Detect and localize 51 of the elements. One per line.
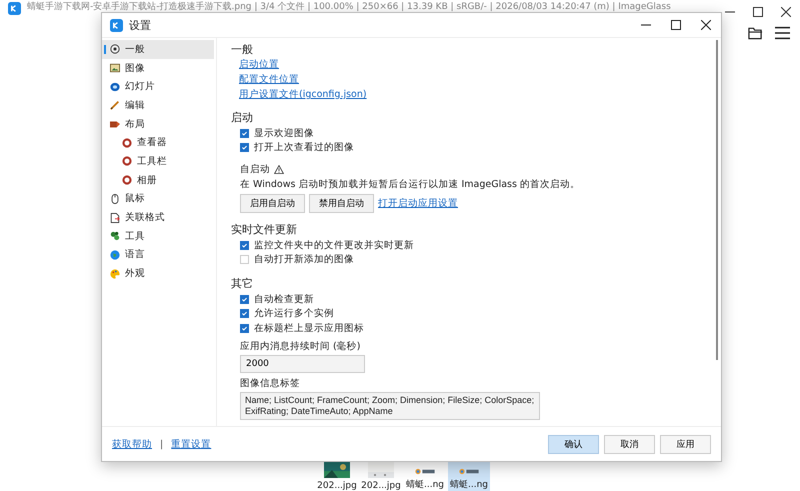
link[interactable]: 用户设置文件(igconfig.json) bbox=[239, 88, 367, 101]
link[interactable]: 配置文件位置 bbox=[239, 73, 299, 86]
window-title: 蜻蜓手游下载网-安卓手游下载站-打造极速手游下载.png | 3/4 个文件 | 100.00% | 250×66 | 13.39 KB | sRGB/- | 2026/08/03 14:20:47 (m) | ImageGlass bbox=[27, 2, 671, 12]
checkbox-label: 自动检查更新 bbox=[254, 292, 314, 306]
field-label: 图像信息标签 bbox=[240, 378, 301, 390]
sidebar-item[interactable]: 幻灯片 bbox=[102, 77, 214, 96]
checkbox-label: 监控文件夹中的文件更改并实时更新 bbox=[254, 238, 414, 252]
thumbnail-label: 蜻蜓...ng bbox=[450, 478, 488, 491]
dialog-button[interactable]: 取消 bbox=[604, 434, 655, 454]
sidebar-item[interactable]: 一般 bbox=[102, 40, 214, 59]
sidebar-item[interactable]: 工具栏 bbox=[102, 152, 214, 171]
reset-link[interactable]: 重置设置 bbox=[171, 438, 212, 450]
section-heading: 一般 bbox=[231, 43, 254, 57]
sidebar-item[interactable]: 工具 bbox=[102, 226, 214, 246]
sidebar-item[interactable]: 查看器 bbox=[102, 133, 214, 152]
sidebar-item[interactable]: 编辑 bbox=[102, 96, 214, 115]
dialog-title: 设置 bbox=[129, 18, 151, 32]
checkbox-label: 允许运行多个实例 bbox=[254, 307, 334, 320]
text-area[interactable]: Name; ListCount; FrameCount; Zoom; Dimension; FileSize; ColorSpace; ExifRating; DateTimeAuto; AppName bbox=[240, 392, 540, 420]
sidebar-item[interactable]: 关联格式 bbox=[102, 208, 214, 227]
dialog-button[interactable]: 应用 bbox=[660, 434, 711, 454]
link[interactable]: 打开启动应用设置 bbox=[378, 197, 458, 210]
thumbnail[interactable]: 蜻蜓...ng bbox=[404, 450, 446, 491]
dialog-button[interactable]: 确认 bbox=[548, 434, 599, 454]
sidebar-item[interactable]: 语言 bbox=[102, 246, 214, 264]
thumbnail[interactable]: 202...jpg bbox=[360, 450, 402, 491]
thumbnail-label: 202...jpg bbox=[317, 480, 357, 491]
input-field[interactable]: 2000 bbox=[240, 354, 365, 372]
field-label: 应用内消息持续时间 (毫秒) bbox=[240, 340, 362, 352]
thumbnail-label: 蜻蜓...ng bbox=[406, 478, 444, 491]
checkbox-label: 自动打开新添加的图像 bbox=[254, 253, 354, 266]
thumbnail-label: 202...jpg bbox=[361, 480, 401, 491]
checkbox-label: 在标题栏上显示应用图标 bbox=[254, 322, 364, 335]
sidebar-item[interactable]: 外观 bbox=[102, 264, 214, 283]
section-heading: 启动 bbox=[231, 111, 254, 125]
section-heading: 其它 bbox=[231, 277, 254, 291]
sidebar-item[interactable]: 相册 bbox=[102, 170, 214, 190]
checkbox-label: 打开上次查看过的图像 bbox=[254, 141, 354, 154]
separator: | bbox=[160, 438, 164, 450]
checkbox-label: 显示欢迎图像 bbox=[254, 126, 314, 140]
sidebar-item[interactable]: 图像 bbox=[102, 58, 214, 78]
setting-label: 自启动 bbox=[240, 163, 270, 176]
help-link[interactable]: 获取帮助 bbox=[112, 438, 152, 450]
sidebar-item[interactable]: 鼠标 bbox=[102, 190, 214, 208]
link[interactable]: 启动位置 bbox=[239, 58, 279, 71]
section-heading: 实时文件更新 bbox=[231, 223, 298, 237]
action-button[interactable]: 禁用自启动 bbox=[309, 194, 374, 213]
action-button[interactable]: 启用自启动 bbox=[240, 194, 305, 213]
sidebar-item[interactable]: 布局 bbox=[102, 114, 214, 134]
thumbnail[interactable]: 202...jpg bbox=[316, 450, 358, 491]
description-text: 在 Windows 启动时预加载并短暂后台运行以加速 ImageGlass 的首次启动。 bbox=[240, 178, 581, 191]
